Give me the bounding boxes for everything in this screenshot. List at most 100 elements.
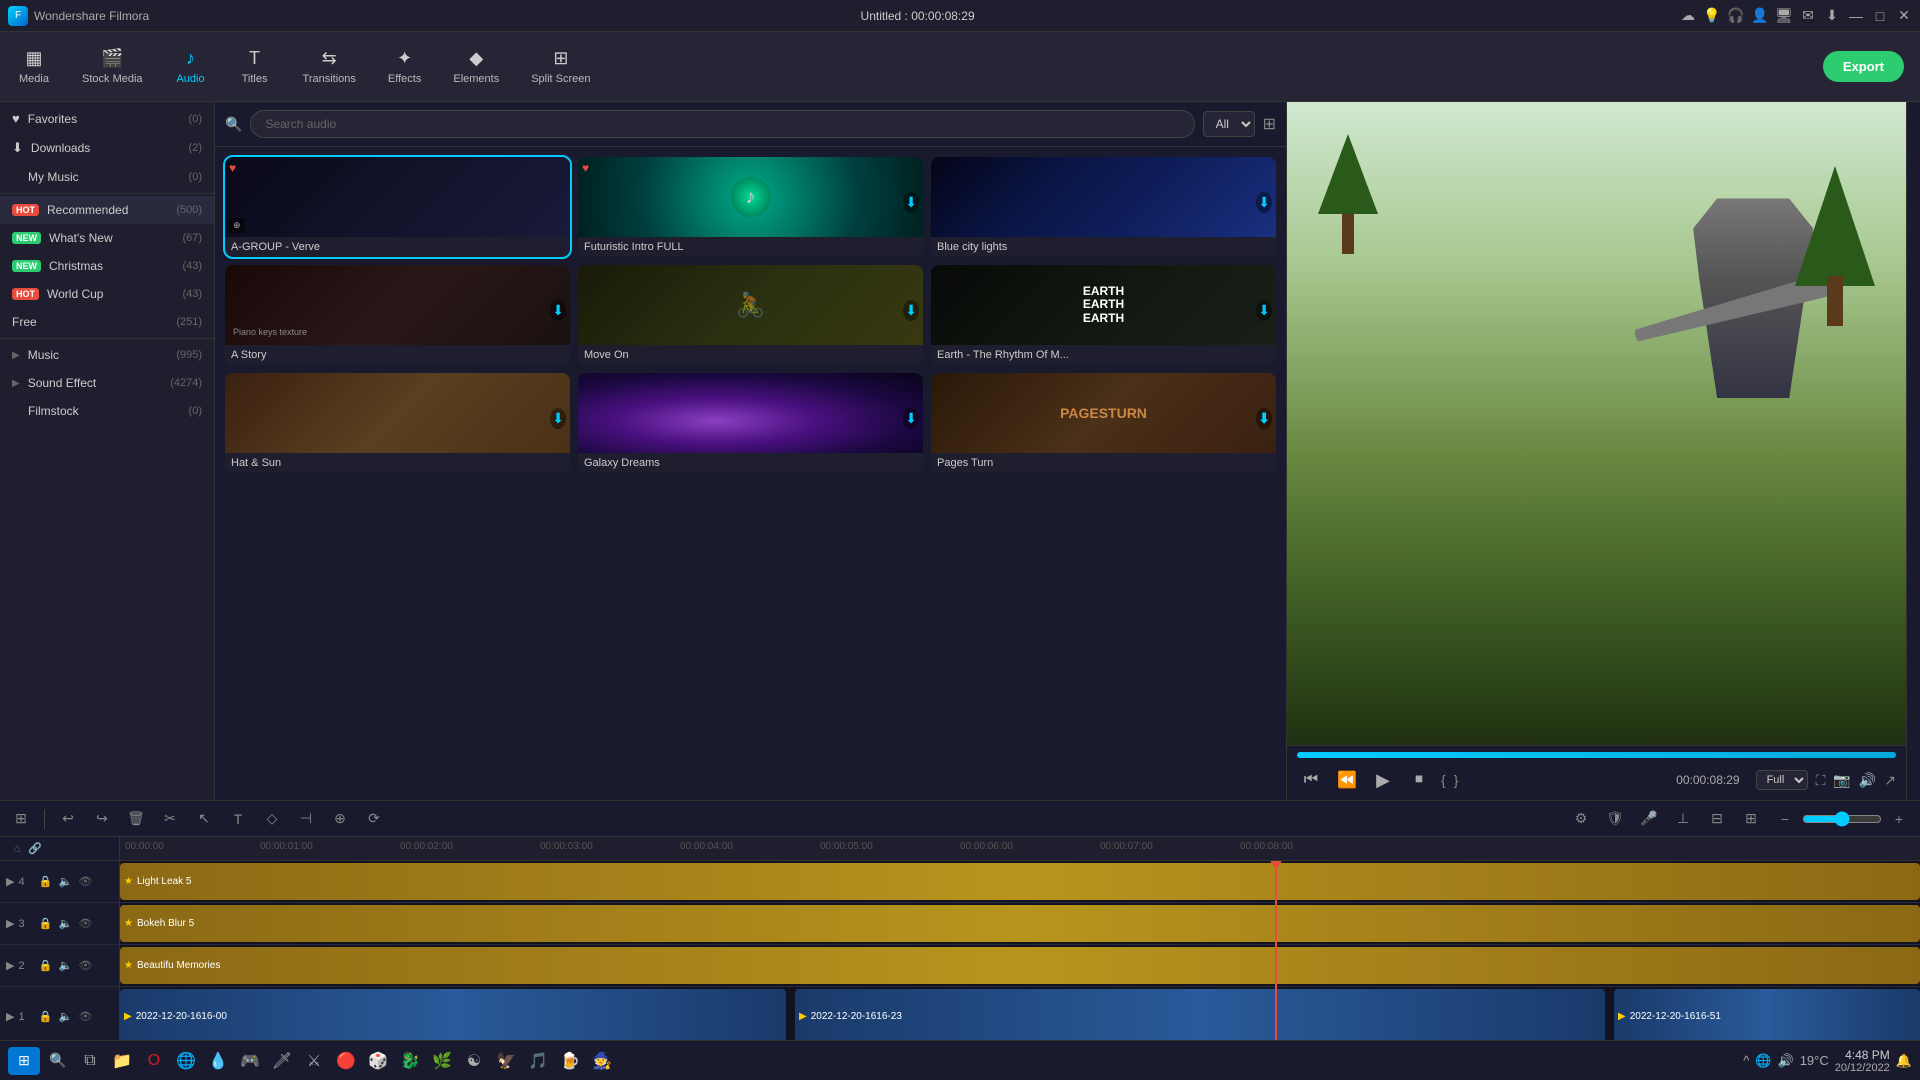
- taskbar-icon-14[interactable]: 🦅: [492, 1047, 520, 1075]
- track-mute-button-4[interactable]: 🔈: [56, 873, 74, 891]
- add-segment-button[interactable]: ⊞: [1738, 806, 1764, 832]
- track-lock-button-3[interactable]: 🔒: [36, 915, 54, 933]
- lightbulb-icon[interactable]: 💡: [1704, 8, 1720, 24]
- audio-card-pages[interactable]: PAGESTURN ⬇ Pages Turn: [931, 373, 1276, 473]
- tray-network[interactable]: 🌐: [1755, 1053, 1771, 1069]
- cut-button[interactable]: ✂: [157, 806, 183, 832]
- start-button[interactable]: ⊞: [8, 1047, 40, 1075]
- undo-button[interactable]: ↩: [55, 806, 81, 832]
- download-icon[interactable]: ⬇: [1824, 8, 1840, 24]
- toolbar-audio[interactable]: ♪ Audio: [161, 42, 221, 91]
- grid-view-button[interactable]: ⊞: [1263, 114, 1276, 134]
- audio-card-earth[interactable]: EARTH EARTH EARTH ⬇ Earth - The Rhythm O…: [931, 265, 1276, 365]
- timeline-link-button[interactable]: 🔗: [26, 840, 44, 858]
- audio-card-a-group[interactable]: ⊕ ♥ A-GROUP - Verve: [225, 157, 570, 257]
- timeline-tracks-container[interactable]: 00:00:00 00:00:01:00 00:00:02:00 00:00:0…: [120, 837, 1920, 1068]
- headset-icon[interactable]: 🎧: [1728, 8, 1744, 24]
- sidebar-item-downloads[interactable]: ⬇ Downloads (2): [0, 133, 214, 163]
- taskbar-icon-13[interactable]: ☯: [460, 1047, 488, 1075]
- sidebar-item-whats-new[interactable]: NEW What's New (67): [0, 224, 214, 252]
- taskbar-icon-5[interactable]: 💧: [204, 1047, 232, 1075]
- maximize-button[interactable]: □: [1872, 8, 1888, 24]
- snap-button[interactable]: ⊟: [1704, 806, 1730, 832]
- redo-button[interactable]: ↪: [89, 806, 115, 832]
- progress-bar[interactable]: [1297, 752, 1896, 758]
- taskbar-search-button[interactable]: 🔍: [44, 1047, 72, 1075]
- track-mute-button-3[interactable]: 🔈: [56, 915, 74, 933]
- track-clip-memories[interactable]: ★ Beautifu Memories: [120, 947, 1920, 984]
- taskbar-icon-6[interactable]: 🎮: [236, 1047, 264, 1075]
- track-visibility-button-2[interactable]: 👁: [76, 957, 94, 975]
- play-button[interactable]: ▶: [1369, 766, 1397, 794]
- taskbar-icon-15[interactable]: 🎵: [524, 1047, 552, 1075]
- audio-card-futuristic[interactable]: ♪ ⬇ ♥ Futuristic Intro FULL: [578, 157, 923, 257]
- toolbar-titles[interactable]: T Titles: [225, 42, 285, 91]
- sidebar-item-filmstock[interactable]: Filmstock (0): [0, 397, 214, 425]
- toolbar-split-screen[interactable]: ⊞ Split Screen: [517, 42, 604, 91]
- shield-button[interactable]: 🛡: [1602, 806, 1628, 832]
- keyframe-button[interactable]: ◇: [259, 806, 285, 832]
- track-lock-button-4[interactable]: 🔒: [36, 873, 54, 891]
- zoom-in-button[interactable]: +: [1886, 806, 1912, 832]
- add-track-button[interactable]: ⊞: [8, 806, 34, 832]
- sidebar-item-christmas[interactable]: NEW Christmas (43): [0, 252, 214, 280]
- mixer-button[interactable]: ⊥: [1670, 806, 1696, 832]
- sidebar-item-sound-effect[interactable]: ▶ Sound Effect (4274): [0, 369, 214, 397]
- export-preview-btn[interactable]: ↗: [1884, 772, 1896, 789]
- text-tool-button[interactable]: T: [225, 806, 251, 832]
- mic-button[interactable]: 🎤: [1636, 806, 1662, 832]
- toolbar-media[interactable]: ▦ Media: [4, 42, 64, 91]
- taskbar-icon-16[interactable]: 🍺: [556, 1047, 584, 1075]
- audio-card-move-on[interactable]: 🚴 ⬇ Move On: [578, 265, 923, 365]
- toolbar-effects[interactable]: ✦ Effects: [374, 42, 435, 91]
- taskbar-file-explorer[interactable]: 📁: [108, 1047, 136, 1075]
- sidebar-item-world-cup[interactable]: HOT World Cup (43): [0, 280, 214, 308]
- sidebar-item-music[interactable]: ▶ Music (995): [0, 341, 214, 369]
- taskbar-icon-8[interactable]: ⚔: [300, 1047, 328, 1075]
- track-visibility-button-4[interactable]: 👁: [76, 873, 94, 891]
- track-clip-video-1[interactable]: ▶ 2022-12-20-1616-00: [120, 989, 786, 1044]
- zoom-out-button[interactable]: −: [1772, 806, 1798, 832]
- zoom-slider[interactable]: [1802, 811, 1882, 827]
- taskbar-task-view[interactable]: ⧉: [76, 1047, 104, 1075]
- taskbar-icon-9[interactable]: 🔴: [332, 1047, 360, 1075]
- sidebar-item-favorites[interactable]: ♥ Favorites (0): [0, 104, 214, 133]
- pointer-button[interactable]: ↖: [191, 806, 217, 832]
- stop-button[interactable]: ⏹: [1405, 766, 1433, 794]
- mail-icon[interactable]: ✉: [1800, 8, 1816, 24]
- filter-select[interactable]: All: [1203, 111, 1255, 137]
- track-lock-button-2[interactable]: 🔒: [36, 957, 54, 975]
- taskbar-icon-12[interactable]: 🌿: [428, 1047, 456, 1075]
- audio-card-galaxy[interactable]: ⬇ Galaxy Dreams: [578, 373, 923, 473]
- taskbar-opera-icon[interactable]: O: [140, 1047, 168, 1075]
- toolbar-transitions[interactable]: ⇆ Transitions: [289, 42, 370, 91]
- delete-button[interactable]: 🗑: [123, 806, 149, 832]
- track-clip-bokeh[interactable]: ★ Bokeh Blur 5: [120, 905, 1920, 942]
- tray-notification[interactable]: 🔔: [1896, 1053, 1912, 1069]
- split-button[interactable]: ⊣: [293, 806, 319, 832]
- audio-card-a-story[interactable]: Piano keys texture ⬇ A Story: [225, 265, 570, 365]
- sidebar-item-recommended[interactable]: HOT Recommended (500): [0, 196, 214, 224]
- fullscreen-button[interactable]: ⛶: [1816, 772, 1826, 789]
- tray-sound[interactable]: 🔊: [1778, 1053, 1794, 1069]
- minimize-button[interactable]: —: [1848, 8, 1864, 24]
- skip-back-button[interactable]: ⏮: [1297, 766, 1325, 794]
- monitor-icon[interactable]: 🖥: [1776, 8, 1792, 24]
- clock[interactable]: 4:48 PM 20/12/2022: [1835, 1048, 1890, 1074]
- speed-button[interactable]: ⟳: [361, 806, 387, 832]
- search-input[interactable]: [250, 110, 1194, 138]
- close-button[interactable]: ✕: [1896, 8, 1912, 24]
- audio-card-hat[interactable]: ⬇ Hat & Sun: [225, 373, 570, 473]
- export-button[interactable]: Export: [1823, 51, 1904, 82]
- right-scroll-bar[interactable]: [1906, 102, 1920, 800]
- toolbar-stock-media[interactable]: 🎬 Stock Media: [68, 42, 157, 91]
- track-lock-button-1[interactable]: 🔒: [36, 1008, 54, 1026]
- step-back-button[interactable]: ⏪: [1333, 766, 1361, 794]
- track-clip-video-2[interactable]: ▶ 2022-12-20-1616-23: [795, 989, 1605, 1044]
- track-clip-light-leak[interactable]: ★ Light Leak 5: [120, 863, 1920, 900]
- track-clip-video-3[interactable]: ▶ 2022-12-20-1616-51: [1614, 989, 1920, 1044]
- track-mute-button-1[interactable]: 🔈: [56, 1008, 74, 1026]
- settings-button[interactable]: ⚙: [1568, 806, 1594, 832]
- crop-button[interactable]: ⊕: [327, 806, 353, 832]
- sidebar-item-my-music[interactable]: My Music (0): [0, 163, 214, 191]
